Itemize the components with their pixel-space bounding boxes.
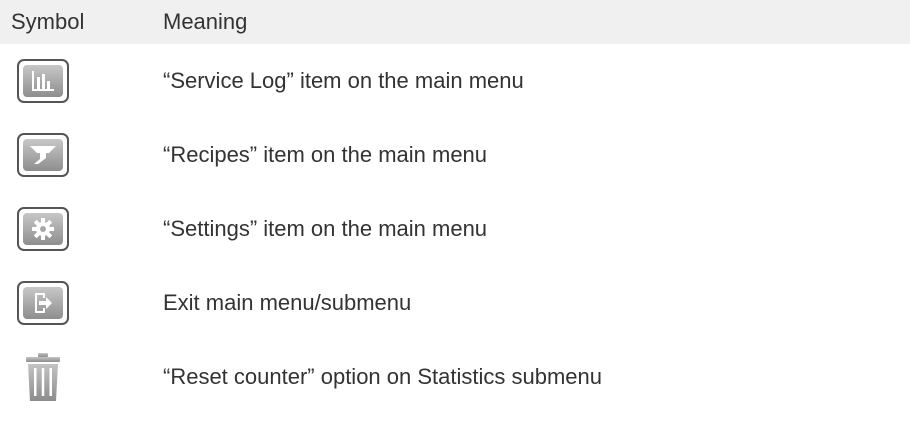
- table-header: Symbol Meaning: [0, 0, 910, 44]
- reset-counter-button[interactable]: [17, 351, 69, 403]
- table-row: “Settings” item on the main menu: [0, 192, 910, 266]
- row-meaning: “Service Log” item on the main menu: [163, 68, 524, 93]
- trash-icon: [26, 353, 60, 401]
- recipes-button[interactable]: [17, 133, 69, 177]
- row-meaning: Exit main menu/submenu: [163, 290, 412, 315]
- service-log-button[interactable]: [17, 59, 69, 103]
- table-row: “Reset counter” option on Statistics sub…: [0, 340, 910, 414]
- table-row: Exit main menu/submenu: [0, 266, 910, 340]
- row-meaning: “Recipes” item on the main menu: [163, 142, 488, 167]
- header-symbol: Symbol: [11, 9, 85, 34]
- bar-chart-icon: [32, 71, 54, 91]
- gear-icon: [32, 218, 54, 240]
- exit-icon: [35, 293, 52, 313]
- table-row: “Service Log” item on the main menu: [0, 44, 910, 118]
- funnel-icon: [30, 146, 56, 164]
- row-meaning: “Settings” item on the main menu: [163, 216, 488, 241]
- settings-button[interactable]: [17, 207, 69, 251]
- symbol-legend-table: Symbol Meaning “Service Log” item on the…: [0, 0, 910, 414]
- table-row: “Recipes” item on the main menu: [0, 118, 910, 192]
- row-meaning: “Reset counter” option on Statistics sub…: [163, 364, 603, 389]
- header-meaning: Meaning: [163, 9, 248, 34]
- exit-button[interactable]: [17, 281, 69, 325]
